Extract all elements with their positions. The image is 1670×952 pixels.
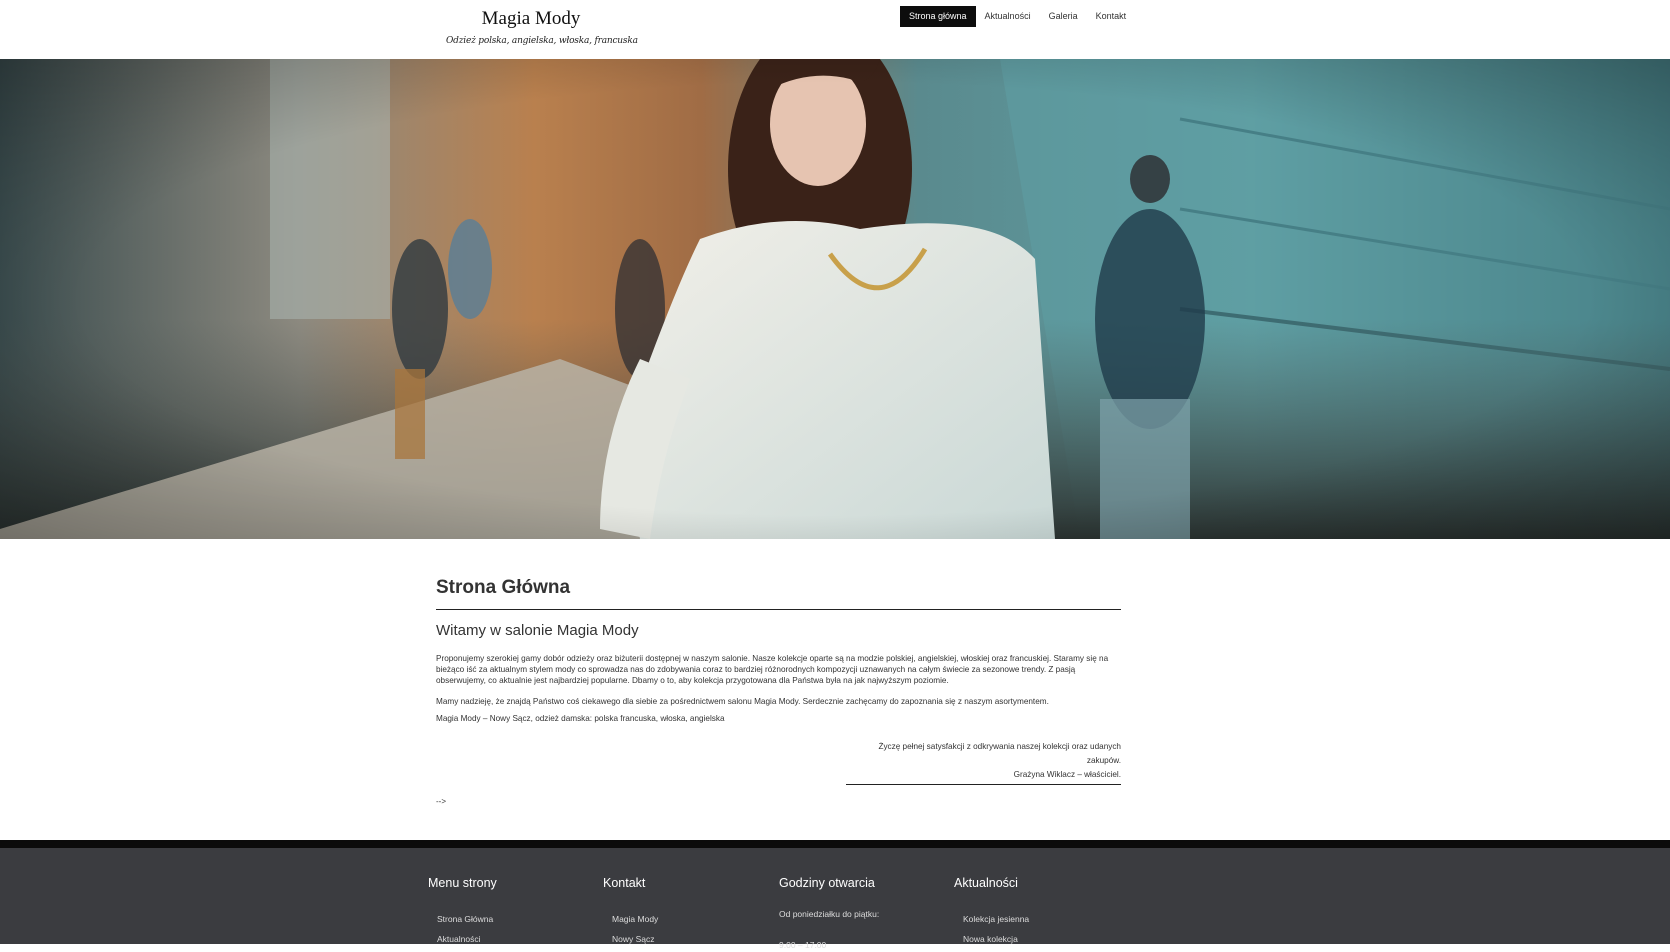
logo[interactable]: Magia Mody Odzież polska, angielska, wło…: [446, 8, 638, 46]
nav-item-contact[interactable]: Kontakt: [1087, 6, 1136, 27]
signature-name: Grażyna Wiklacz – właściciel.: [1013, 770, 1121, 779]
page-title: Strona Główna: [436, 577, 1121, 610]
hero-banner: [0, 59, 1670, 539]
opening-hours: 9.00 – 17.00: [779, 940, 827, 950]
footer-hours: Godziny otwarcia Od poniedziałku do piąt…: [779, 876, 879, 950]
footer-contact-item: Nowy Sącz: [612, 934, 655, 944]
footer-menu-heading: Menu strony: [428, 876, 497, 890]
location-paragraph: Magia Mody – Nowy Sącz, odzież damska: p…: [436, 714, 725, 723]
footer-news-heading: Aktualności: [954, 876, 1018, 890]
footer-hours-heading: Godziny otwarcia: [779, 876, 875, 890]
footer-menu-link[interactable]: Aktualności: [437, 932, 497, 952]
nav-item-gallery[interactable]: Galeria: [1040, 6, 1087, 27]
nav-item-home[interactable]: Strona główna: [900, 6, 976, 27]
welcome-heading: Witamy w salonie Magia Mody: [436, 622, 639, 639]
footer-contact-item: Magia Mody: [612, 914, 659, 924]
footer-contact-heading: Kontakt: [603, 876, 646, 890]
footer-news: Aktualności Kolekcja jesienna Nowa kolek…: [954, 876, 1029, 952]
site-footer: Menu strony Strona Główna Aktualności Ko…: [0, 840, 1670, 950]
stray-text: -->: [436, 797, 446, 806]
footer-news-link[interactable]: Nowa kolekcja: [963, 932, 1029, 952]
hero-photo: [0, 59, 1670, 539]
logo-title: Magia Mody: [481, 8, 581, 29]
main-content: Strona Główna Witamy w salonie Magia Mod…: [436, 539, 1121, 839]
opening-days: Od poniedziałku do piątku:: [779, 909, 880, 919]
main-nav: Strona główna Aktualności Galeria Kontak…: [900, 6, 1135, 27]
footer-menu-link[interactable]: Strona Główna: [437, 912, 497, 932]
footer-menu: Menu strony Strona Główna Aktualności: [428, 876, 497, 952]
logo-tagline: Odzież polska, angielska, włoska, francu…: [446, 36, 638, 46]
site-header: Magia Mody Odzież polska, angielska, wło…: [0, 0, 1670, 59]
footer-news-link[interactable]: Kolekcja jesienna: [963, 912, 1029, 932]
nav-item-news[interactable]: Aktualności: [976, 6, 1040, 27]
owner-signature: Życzę pełnej satysfakcji z odkrywania na…: [846, 730, 1121, 785]
intro-paragraph: Proponujemy szerokiej gamy dobór odzieży…: [436, 654, 1109, 685]
invite-paragraph: Mamy nadzieję, że znajdą Państwo coś cie…: [436, 697, 1049, 706]
footer-contact: Kontakt Magia Mody Nowy Sącz: [603, 876, 658, 952]
signature-message: Życzę pełnej satysfakcji z odkrywania na…: [878, 742, 1121, 765]
